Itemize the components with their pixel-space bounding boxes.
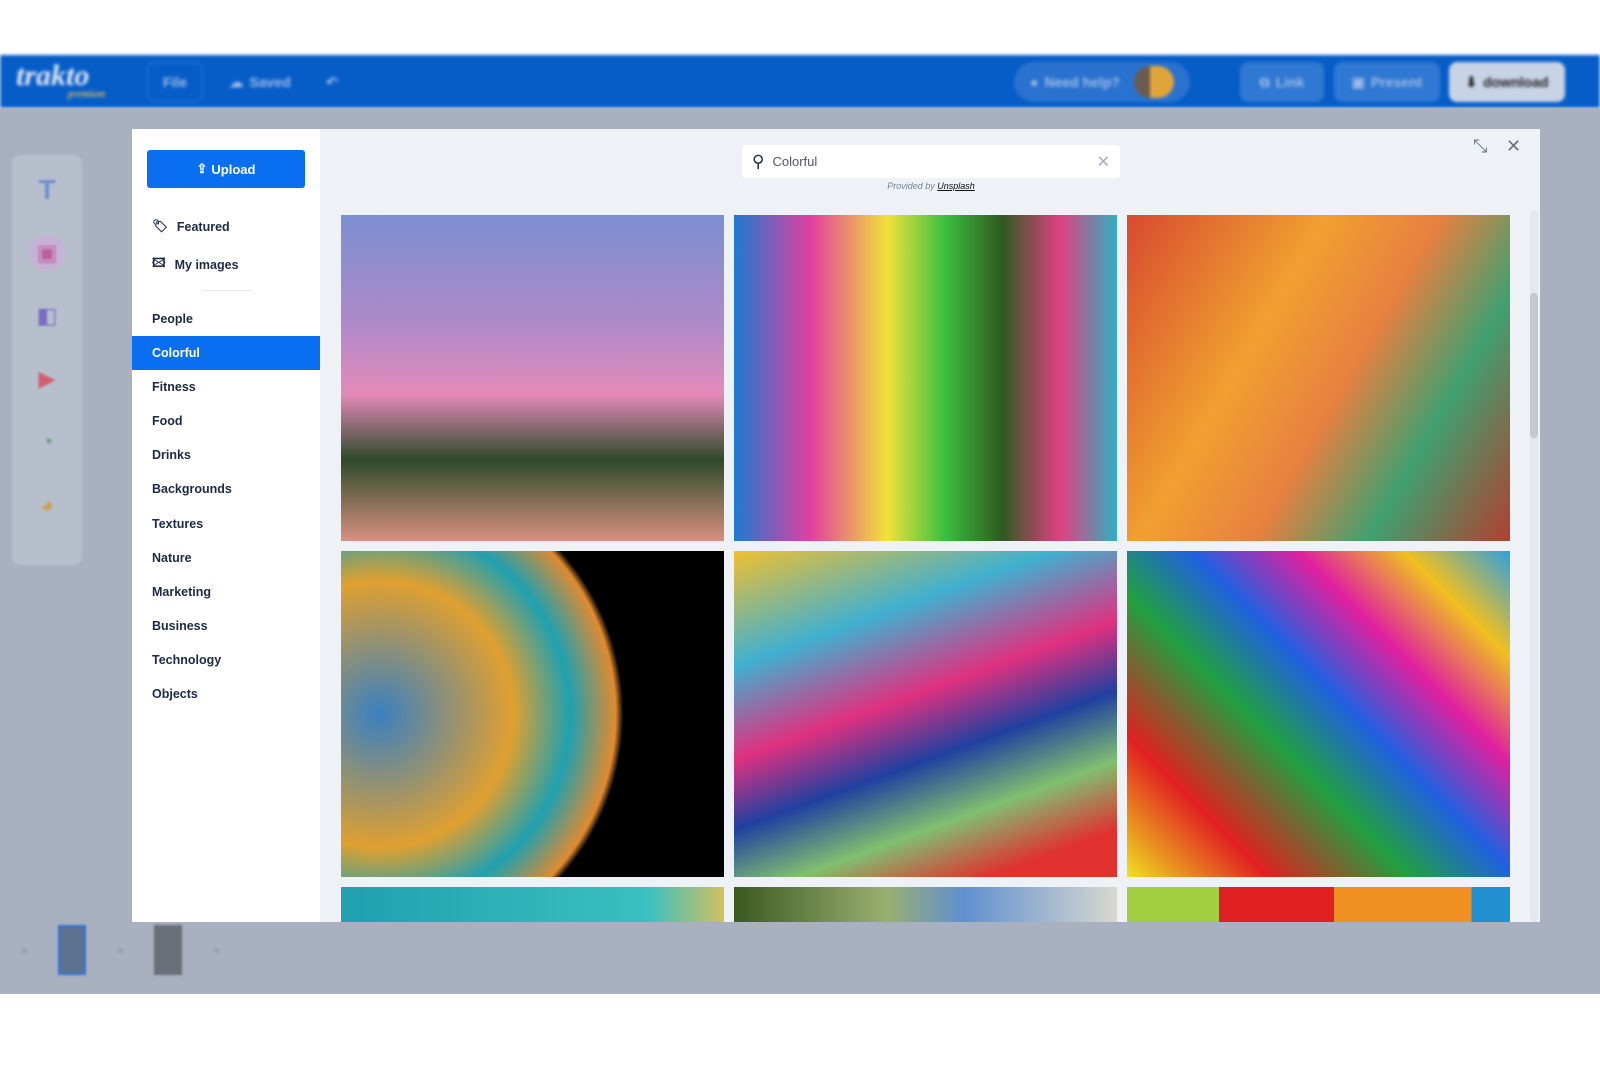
present-button[interactable]: ▣ Present xyxy=(1334,62,1440,102)
elements-tool-icon[interactable]: ◧ xyxy=(29,298,65,334)
saved-status: ☁ Saved xyxy=(225,62,295,102)
clear-search-icon[interactable]: ✕ xyxy=(1097,152,1110,172)
image-icon: 🖾 xyxy=(152,256,166,270)
image-tile[interactable] xyxy=(734,215,1117,541)
logo-sub: premium xyxy=(68,89,106,100)
category-technology[interactable]: Technology xyxy=(132,643,320,677)
provider-credit: Provided by Unsplash xyxy=(742,181,1120,191)
nav-featured[interactable]: 🏷︎ Featured xyxy=(152,219,230,234)
image-tile[interactable] xyxy=(1127,215,1510,541)
add-page-icon[interactable]: + xyxy=(20,942,28,958)
close-icon[interactable]: ✕ xyxy=(1506,136,1521,157)
category-colorful[interactable]: Colorful xyxy=(132,336,320,370)
tool-sidebar: T ▣ ◧ ▶ ◔ ◕ xyxy=(12,155,82,565)
sticker-tool-icon[interactable]: ◕ xyxy=(29,487,65,523)
search-icon: ⚲ xyxy=(752,151,765,171)
image-tile[interactable] xyxy=(1127,887,1510,922)
link-label: Link xyxy=(1275,74,1305,90)
image-tile[interactable] xyxy=(341,551,724,877)
logo[interactable]: trakto premium xyxy=(16,59,105,100)
shapes-tool-icon[interactable]: ◔ xyxy=(29,424,65,460)
tag-icon: 🏷︎ xyxy=(152,219,168,233)
logo-text: trakto xyxy=(16,59,90,92)
category-food[interactable]: Food xyxy=(132,404,320,438)
category-drinks[interactable]: Drinks xyxy=(132,438,320,472)
category-marketing[interactable]: Marketing xyxy=(132,575,320,609)
present-icon: ▣ xyxy=(1351,73,1365,90)
add-page-icon[interactable]: + xyxy=(212,942,220,958)
modal-sidebar: ⇪ Upload 🏷︎ Featured 🖾 My images People Col… xyxy=(132,129,320,922)
nav-label: My images xyxy=(174,257,239,272)
download-button[interactable]: ⬇ download xyxy=(1449,62,1565,102)
video-tool-icon[interactable]: ▶ xyxy=(29,361,65,397)
page-thumb-2[interactable] xyxy=(154,925,183,975)
chat-icon: ● xyxy=(1030,74,1039,90)
avatar xyxy=(1133,66,1174,98)
search-bar: ⚲ ✕ xyxy=(742,145,1120,178)
text-tool-icon[interactable]: T xyxy=(29,172,65,208)
category-nature[interactable]: Nature xyxy=(132,541,320,575)
link-button[interactable]: ⧉ Link xyxy=(1240,62,1324,102)
cloud-icon: ☁ xyxy=(229,73,244,90)
image-tile[interactable] xyxy=(734,887,1117,922)
upload-icon: ⇪ xyxy=(196,161,208,176)
help-button[interactable]: ● Need help? xyxy=(1014,62,1190,102)
category-textures[interactable]: Textures xyxy=(132,507,320,541)
nav-my-images[interactable]: 🖾 My images xyxy=(152,254,239,275)
image-picker-modal: ⇪ Upload 🏷︎ Featured 🖾 My images People Col… xyxy=(132,129,1540,922)
image-tile[interactable] xyxy=(1127,551,1510,877)
link-icon: ⧉ xyxy=(1259,73,1270,90)
scrollbar[interactable] xyxy=(1530,211,1538,922)
category-fitness[interactable]: Fitness xyxy=(132,370,320,404)
image-tool-icon[interactable]: ▣ xyxy=(29,235,65,271)
download-label: download xyxy=(1483,74,1549,90)
add-page-icon[interactable]: + xyxy=(116,942,124,958)
search-input[interactable] xyxy=(772,154,1089,169)
image-tile[interactable] xyxy=(734,551,1117,877)
category-people[interactable]: People xyxy=(132,302,320,336)
minimize-icon[interactable]: ⤡ xyxy=(1473,136,1487,157)
nav-label: Featured xyxy=(176,219,230,234)
category-backgrounds[interactable]: Backgrounds xyxy=(132,472,320,506)
category-objects[interactable]: Objects xyxy=(132,677,320,711)
image-tile[interactable] xyxy=(341,887,724,922)
divider xyxy=(202,290,252,291)
saved-label: Saved xyxy=(249,74,291,90)
app-header: trakto premium File ☁ Saved ↶ ● Need help? … xyxy=(0,55,1600,108)
unsplash-link[interactable]: Unsplash xyxy=(937,181,975,191)
category-business[interactable]: Business xyxy=(132,609,320,643)
image-tile[interactable] xyxy=(341,215,724,541)
upload-label: Upload xyxy=(211,161,256,177)
provided-by-label: Provided by xyxy=(887,181,935,191)
scrollbar-thumb[interactable] xyxy=(1530,293,1538,438)
upload-button[interactable]: ⇪ Upload xyxy=(147,150,305,188)
download-icon: ⬇ xyxy=(1465,73,1478,90)
undo-button[interactable]: ↶ xyxy=(318,62,346,102)
page-thumbnails: + + + xyxy=(20,925,221,975)
help-label: Need help? xyxy=(1044,74,1120,90)
file-button[interactable]: File xyxy=(147,62,203,102)
page-thumb-1[interactable] xyxy=(58,925,87,975)
present-label: Present xyxy=(1370,74,1423,90)
